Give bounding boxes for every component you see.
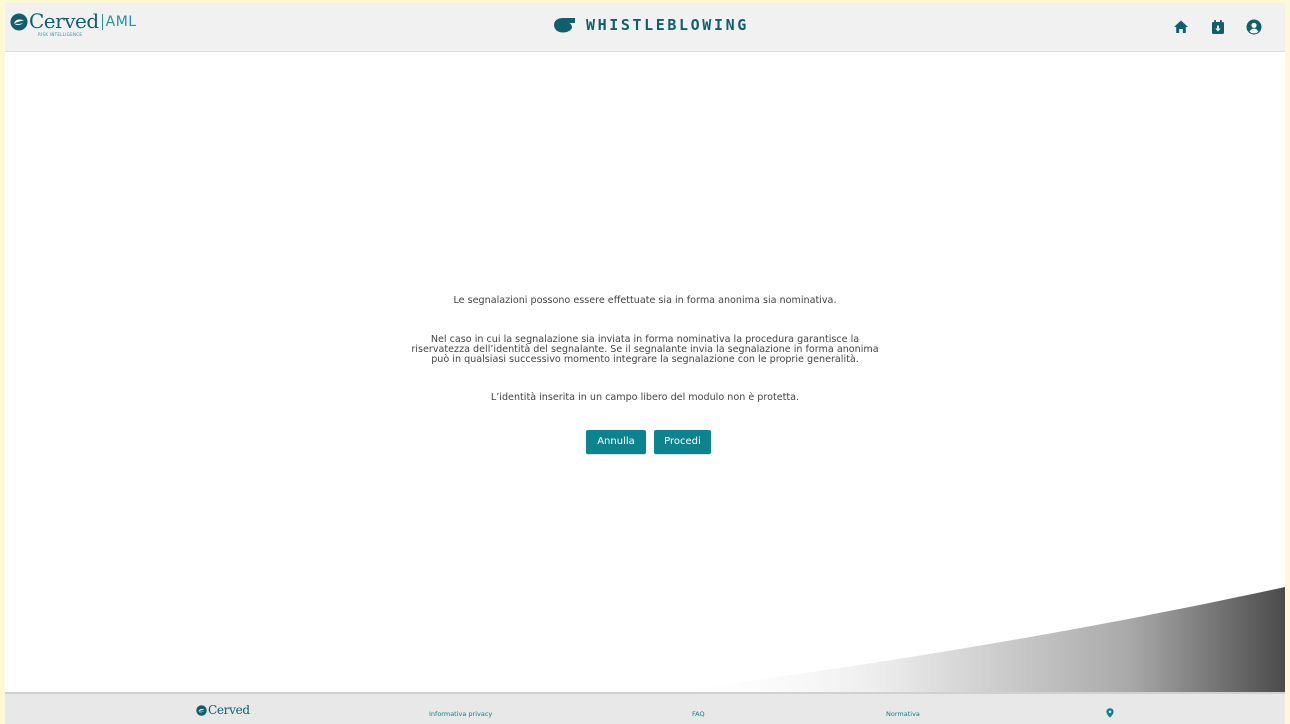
logo-tagline: RISK INTELLIGENCE	[38, 32, 83, 37]
cerved-logo-icon	[196, 704, 207, 716]
top-header: Cerved AML RISK INTELLIGENCE WHISTLEBLOW…	[5, 3, 1285, 52]
app-frame: Cerved AML RISK INTELLIGENCE WHISTLEBLOW…	[0, 0, 1290, 724]
map-pin-icon[interactable]	[1106, 708, 1114, 718]
footer: Cerved Informativa privacy FAQ Normativa	[5, 692, 1285, 724]
logo-separator	[101, 14, 103, 30]
cerved-logo-icon	[10, 13, 28, 31]
decorative-gradient-wedge	[665, 587, 1285, 692]
cancel-button[interactable]: Annulla	[586, 430, 646, 454]
proceed-button[interactable]: Procedi	[654, 430, 711, 454]
footer-logo-wordmark: Cerved	[208, 703, 250, 717]
notice-paragraph-3: L’identità inserita in un campo libero d…	[490, 392, 800, 403]
privacy-link[interactable]: Informativa privacy	[429, 710, 492, 718]
main-content: Le segnalazioni possono essere effettuat…	[5, 52, 1285, 692]
footer-cerved-logo[interactable]: Cerved	[196, 703, 250, 717]
normativa-link[interactable]: Normativa	[886, 710, 920, 718]
whistle-icon	[554, 18, 575, 33]
user-account-icon[interactable]	[1246, 19, 1262, 35]
cerved-aml-logo[interactable]: Cerved AML RISK INTELLIGENCE	[10, 10, 137, 44]
notice-paragraph-1: Le segnalazioni possono essere effettuat…	[453, 295, 837, 306]
home-icon[interactable]	[1173, 19, 1189, 35]
logo-wordmark: Cerved	[29, 9, 99, 33]
download-calendar-icon[interactable]	[1210, 19, 1226, 35]
faq-link[interactable]: FAQ	[692, 710, 705, 718]
logo-product-name: AML	[105, 14, 137, 30]
app-title: WHISTLEBLOWING	[552, 16, 749, 34]
notice-paragraph-2: Nel caso in cui la segnalazione sia invi…	[411, 334, 879, 365]
app-title-text: WHISTLEBLOWING	[586, 16, 749, 34]
